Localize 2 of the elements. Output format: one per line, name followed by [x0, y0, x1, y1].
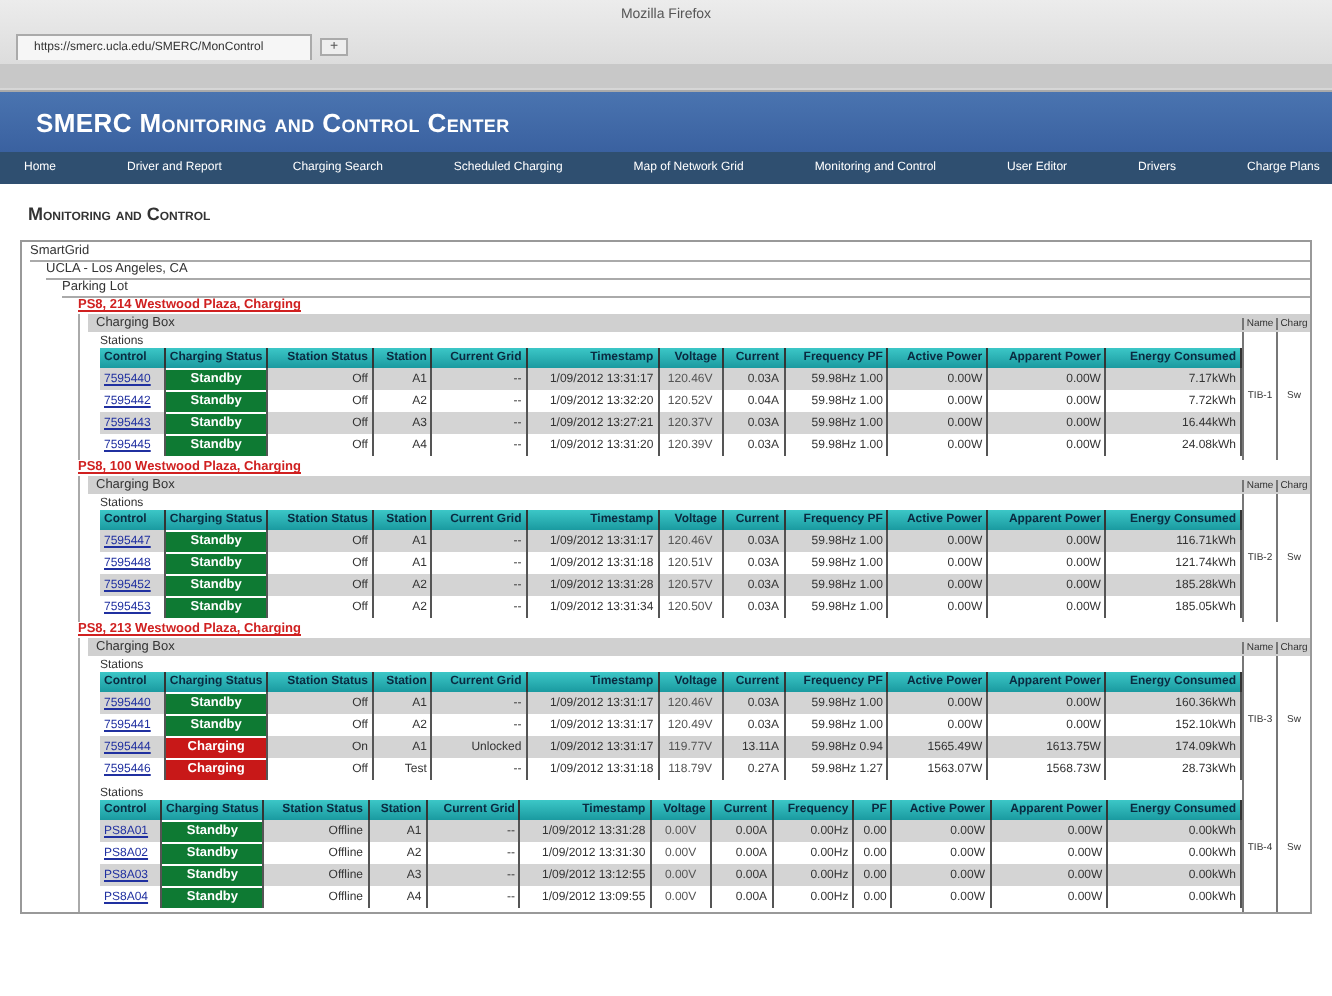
page-heading: Monitoring and Control: [28, 204, 213, 224]
site-title: SMERC Monitoring and Control Center: [36, 107, 510, 137]
